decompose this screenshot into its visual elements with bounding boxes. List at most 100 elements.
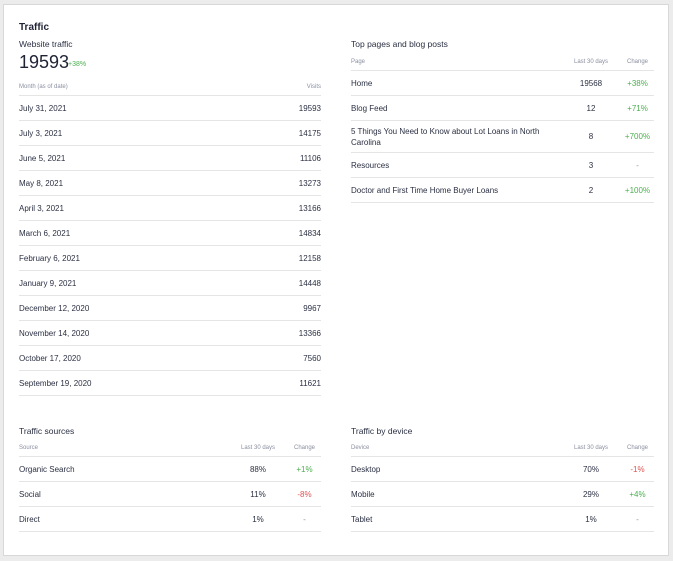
table-row: Tablet 1% -: [351, 507, 654, 532]
last30-cell: 1%: [585, 514, 597, 524]
change-cell: +71%: [627, 103, 648, 113]
top-pages-header: Page Last 30 days Change: [351, 54, 654, 71]
last30-cell: 88%: [249, 464, 266, 474]
visits-cell: 14834: [298, 228, 321, 238]
name-cell: Tablet: [351, 514, 373, 524]
visits-cell: 11106: [299, 153, 321, 163]
table-row: November 14, 2020 13366: [19, 321, 321, 346]
table-row: Blog Feed 12 +71%: [351, 96, 654, 121]
table-row: Mobile 29% +4%: [351, 482, 654, 507]
table-row: Direct 1% -: [19, 507, 321, 532]
visits-cell: 12158: [298, 253, 321, 263]
traffic-section-title: Traffic: [19, 22, 50, 33]
visits-cell: 11621: [299, 378, 321, 388]
table-row: October 17, 2020 7560: [19, 346, 321, 371]
month-cell: July 3, 2021: [19, 128, 63, 138]
change-cell: -: [636, 514, 639, 524]
change-column-header: Change: [626, 59, 649, 65]
traffic-sources-header: Source Last 30 days Change: [19, 440, 321, 457]
change-cell: -: [303, 514, 306, 524]
table-row: December 12, 2020 9967: [19, 296, 321, 321]
table-row: Desktop 70% -1%: [351, 457, 654, 482]
last30-column-header: Last 30 days: [573, 445, 609, 451]
website-traffic-change: +38%: [68, 61, 87, 68]
change-cell: +1%: [296, 464, 313, 474]
visits-cell: 14175: [298, 128, 321, 138]
traffic-sources-table: Source Last 30 days Change Organic Searc…: [19, 440, 321, 532]
last30-cell: 2: [588, 185, 594, 195]
table-row: June 5, 2021 11106: [19, 146, 321, 171]
table-row: May 8, 2021 13273: [19, 171, 321, 196]
table-row: 5 Things You Need to Know about Lot Loan…: [351, 121, 654, 153]
traffic-sources-title: Traffic sources: [19, 426, 75, 436]
name-cell: Mobile: [351, 489, 375, 499]
last30-cell: 19568: [579, 78, 603, 88]
monthly-visits-table: Month (as of date) Visits July 31, 2021 1…: [19, 79, 321, 396]
last30-column-header: Last 30 days: [573, 59, 609, 65]
last30-cell: 29%: [582, 489, 599, 499]
page-column-header: Page: [351, 59, 366, 65]
change-cell: +38%: [627, 78, 648, 88]
month-cell: July 31, 2021: [19, 103, 67, 113]
table-row: July 31, 2021 19593: [19, 96, 321, 121]
change-cell: +4%: [629, 489, 646, 499]
table-row: Home 19568 +38%: [351, 71, 654, 96]
table-row: January 9, 2021 14448: [19, 271, 321, 296]
traffic-device-title: Traffic by device: [351, 426, 413, 436]
last30-column-header: Last 30 days: [240, 445, 276, 451]
name-cell: Social: [19, 489, 41, 499]
website-traffic-total: 19593: [19, 52, 70, 72]
table-row: Organic Search 88% +1%: [19, 457, 321, 482]
traffic-card: Traffic Website traffic 19593 +38% Month…: [3, 4, 669, 556]
visits-column-header: Visits: [306, 84, 321, 90]
change-column-header: Change: [626, 445, 649, 451]
visits-cell: 13366: [298, 328, 321, 338]
traffic-device-table: Device Last 30 days Change Desktop 70% -1%…: [351, 440, 654, 532]
last30-cell: 3: [588, 160, 594, 170]
name-cell: Organic Search: [19, 464, 75, 474]
change-cell: -8%: [297, 489, 312, 499]
last30-cell: 70%: [582, 464, 599, 474]
table-row: July 3, 2021 14175: [19, 121, 321, 146]
visits-cell: 14448: [298, 278, 321, 288]
month-cell: January 9, 2021: [19, 278, 77, 288]
last30-cell: 12: [586, 103, 596, 113]
visits-cell: 9967: [303, 303, 321, 313]
table-row: September 19, 2020 11621: [19, 371, 321, 396]
month-cell: September 19, 2020: [19, 378, 92, 388]
table-row: Resources 3 -: [351, 153, 654, 178]
page-cell: Doctor and First Time Home Buyer Loans: [351, 185, 499, 195]
table-row: Doctor and First Time Home Buyer Loans 2 +…: [351, 178, 654, 203]
month-cell: November 14, 2020: [19, 328, 90, 338]
monthly-table-header: Month (as of date) Visits: [19, 79, 321, 96]
source-column-header: Source: [19, 445, 39, 451]
month-cell: December 12, 2020: [19, 303, 90, 313]
top-pages-table: Page Last 30 days Change Home 19568 +38% Bl…: [351, 54, 654, 203]
change-cell: -: [636, 160, 639, 170]
change-cell: +700%: [624, 132, 651, 141]
visits-cell: 13273: [298, 178, 321, 188]
table-row: April 3, 2021 13166: [19, 196, 321, 221]
change-cell: -1%: [630, 464, 645, 474]
device-column-header: Device: [351, 445, 370, 451]
website-traffic-label: Website traffic: [19, 39, 73, 49]
last30-cell: 1%: [252, 514, 264, 524]
month-cell: April 3, 2021: [19, 203, 64, 213]
month-cell: February 6, 2021: [19, 253, 80, 263]
page-cell: Home: [351, 78, 373, 88]
name-cell: Direct: [19, 514, 40, 524]
month-cell: October 17, 2020: [19, 353, 81, 363]
month-cell: June 5, 2021: [19, 153, 66, 163]
top-pages-title: Top pages and blog posts: [351, 39, 448, 49]
page-cell: Resources: [351, 160, 390, 170]
page-cell: Blog Feed: [351, 103, 388, 113]
change-cell: +100%: [624, 185, 651, 195]
visits-cell: 13166: [298, 203, 321, 213]
month-column-header: Month (as of date): [19, 84, 68, 90]
table-row: February 6, 2021 12158: [19, 246, 321, 271]
visits-cell: 19593: [298, 103, 321, 113]
name-cell: Desktop: [351, 464, 381, 474]
change-column-header: Change: [293, 445, 316, 451]
month-cell: March 6, 2021: [19, 228, 71, 238]
last30-cell: 11%: [250, 489, 266, 499]
